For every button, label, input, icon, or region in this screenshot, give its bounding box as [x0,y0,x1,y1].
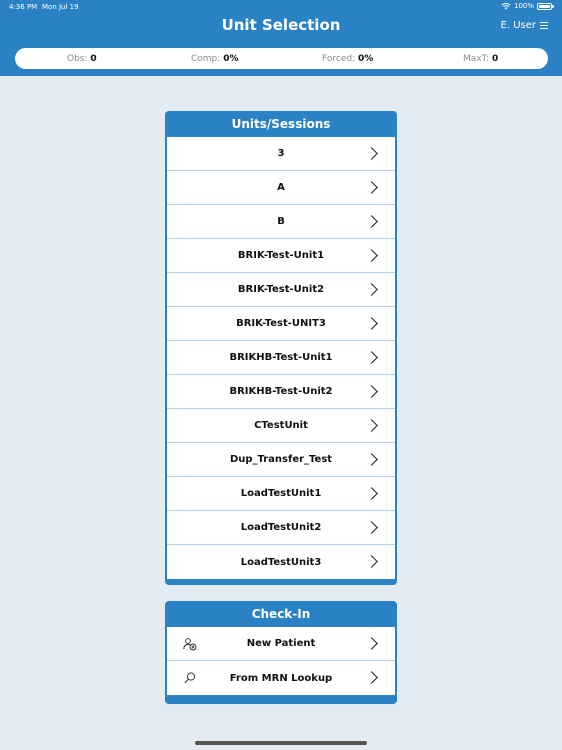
new-patient-row[interactable]: New Patient [167,627,395,661]
unit-label: B [277,216,285,227]
unit-label: CTestUnit [254,420,308,431]
unit-label: LoadTestUnit3 [240,556,322,568]
unit-label: LoadTestUnit2 [240,522,322,533]
unit-row[interactable]: A [167,171,395,205]
stat-maxt: MaxT: 0 [463,54,499,64]
app-header: 4:36 PM Mon Jul 19 100% Unit Selection E… [0,0,562,76]
mrn-lookup-row[interactable]: From MRN Lookup [167,661,395,695]
unit-label: BRIKHB-Test-Unit1 [229,352,333,363]
units-sessions-panel: Units/Sessions 3 A B BRIK-Test-Unit1 BRI… [165,111,397,585]
chevron-right-icon [365,317,378,330]
page-title: Unit Selection [221,16,341,34]
add-person-icon [183,638,197,651]
unit-label: BRIK-Test-UNIT3 [236,318,326,329]
unit-label: 3 [277,148,285,159]
chevron-right-icon [365,521,378,534]
chevron-right-icon [365,351,378,364]
unit-row[interactable]: BRIKHB-Test-Unit1 [167,341,395,375]
chevron-right-icon [365,215,378,228]
search-icon [184,672,196,684]
stats-bar: Obs: 0 Comp: 0% Forced: 0% MaxT: 0 [15,48,548,69]
unit-label: Dup_Transfer_Test [229,454,333,465]
chevron-right-icon [365,671,378,684]
unit-row[interactable]: BRIK-Test-UNIT3 [167,307,395,341]
unit-row[interactable]: BRIK-Test-Unit1 [167,239,395,273]
unit-label: A [277,182,285,193]
mrn-lookup-label: From MRN Lookup [229,672,333,684]
chevron-right-icon [365,419,378,432]
check-in-list: New Patient From MRN Lookup [167,627,395,695]
unit-row[interactable]: LoadTestUnit3 [167,545,395,579]
unit-label: BRIKHB-Test-Unit2 [229,386,333,397]
home-indicator[interactable] [195,741,367,745]
chevron-right-icon [365,249,378,262]
unit-row[interactable]: B [167,205,395,239]
unit-row[interactable]: BRIKHB-Test-Unit2 [167,375,395,409]
stat-forced: Forced: 0% [322,54,374,64]
unit-label: BRIK-Test-Unit2 [237,284,325,295]
unit-label: BRIK-Test-Unit1 [237,250,325,261]
chevron-right-icon [365,283,378,296]
user-menu-button[interactable]: E. User [501,20,548,31]
chevron-right-icon [365,555,378,568]
hamburger-menu-icon [540,22,548,29]
battery-percent: 100% [513,2,534,10]
stat-obs: Obs: 0 [67,54,97,64]
wifi-icon [501,3,511,10]
stat-comp: Comp: 0% [191,54,239,64]
units-panel-title: Units/Sessions [231,117,331,131]
battery-icon [537,2,554,10]
user-name: E. User [500,20,536,31]
chevron-right-icon [365,147,378,160]
chevron-right-icon [365,453,378,466]
units-list: 3 A B BRIK-Test-Unit1 BRIK-Test-Unit2 BR… [167,137,395,579]
check-in-panel-title: Check-In [251,607,311,621]
chevron-right-icon [365,487,378,500]
unit-row[interactable]: LoadTestUnit2 [167,511,395,545]
status-bar: 4:36 PM Mon Jul 19 100% [0,0,562,13]
check-in-panel: Check-In New Patient From MRN Lookup [165,601,397,704]
new-patient-label: New Patient [246,638,316,649]
unit-row[interactable]: BRIK-Test-Unit2 [167,273,395,307]
status-date: Mon Jul 19 [42,3,79,11]
unit-label: LoadTestUnit1 [240,488,322,499]
unit-row[interactable]: CTestUnit [167,409,395,443]
chevron-right-icon [365,181,378,194]
chevron-right-icon [365,637,378,650]
status-right: 100% [501,2,554,10]
unit-row[interactable]: Dup_Transfer_Test [167,443,395,477]
chevron-right-icon [365,385,378,398]
unit-row[interactable]: 3 [167,137,395,171]
status-time: 4:36 PM [9,3,38,11]
unit-row[interactable]: LoadTestUnit1 [167,477,395,511]
